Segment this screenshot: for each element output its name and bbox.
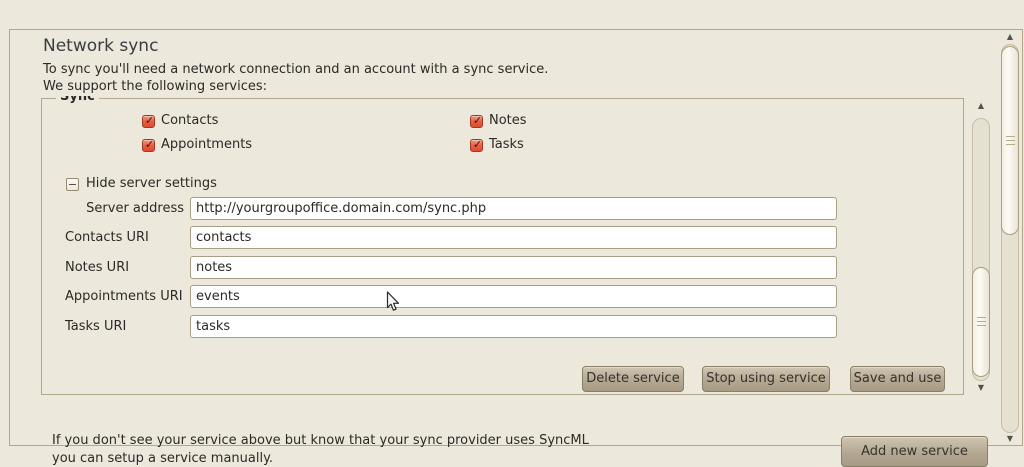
appointments-uri-label: Appointments URI xyxy=(65,289,183,305)
notes-checkbox[interactable]: ✓ xyxy=(470,115,483,128)
appointments-uri-input[interactable] xyxy=(190,285,837,308)
tasks-uri-input[interactable] xyxy=(190,315,837,338)
tasks-checkbox-label[interactable]: Tasks xyxy=(489,137,524,153)
network-sync-page: Network sync To sync you'll need a netwo… xyxy=(0,0,1024,463)
stop-using-service-button[interactable]: Stop using service xyxy=(702,366,830,392)
contacts-uri-label: Contacts URI xyxy=(65,230,149,246)
inner-scroll-down-icon[interactable]: ▼ xyxy=(972,383,990,393)
checkmark-icon: ✓ xyxy=(471,114,484,127)
save-and-use-button[interactable]: Save and use xyxy=(850,366,945,392)
network-sync-panel: Network sync To sync you'll need a netwo… xyxy=(9,29,1023,446)
notes-checkbox-label[interactable]: Notes xyxy=(489,113,527,129)
checkmark-icon: ✓ xyxy=(143,114,156,127)
server-address-input[interactable] xyxy=(190,197,837,220)
appointments-checkbox-label[interactable]: Appointments xyxy=(161,137,252,153)
intro-text-line2: We support the following services: xyxy=(43,79,267,94)
server-address-label: Server address xyxy=(65,201,184,217)
sync-frame: Sync ✓ Contacts ✓ Appointments ✓ Notes ✓… xyxy=(41,98,964,395)
outer-scroll-down-icon[interactable]: ▼ xyxy=(1001,434,1019,444)
checkmark-icon: ✓ xyxy=(471,138,484,151)
add-new-service-button[interactable]: Add new service xyxy=(841,436,988,467)
tasks-checkbox[interactable]: ✓ xyxy=(470,139,483,152)
outer-scroll-up-icon[interactable]: ▲ xyxy=(1001,32,1019,42)
contacts-uri-input[interactable] xyxy=(190,226,837,249)
page-title: Network sync xyxy=(43,36,158,56)
collapse-icon[interactable]: − xyxy=(66,178,79,191)
mouse-cursor-icon xyxy=(386,291,401,313)
inner-scrollbar-thumb[interactable] xyxy=(972,267,990,377)
manual-setup-text-line1: If you don't see your service above but … xyxy=(52,433,589,448)
delete-service-button[interactable]: Delete service xyxy=(582,366,684,392)
scrollbar-grip xyxy=(977,317,986,327)
notes-uri-input[interactable] xyxy=(190,256,837,279)
outer-scrollbar-thumb[interactable] xyxy=(1001,46,1019,235)
scrollbar-grip xyxy=(1006,136,1015,146)
sync-frame-label: Sync xyxy=(56,96,99,105)
tasks-uri-label: Tasks URI xyxy=(65,319,126,335)
notes-uri-label: Notes URI xyxy=(65,260,129,276)
sync-frame-label-clip: Sync xyxy=(56,96,99,106)
manual-setup-text-line2: you can setup a service manually. xyxy=(52,451,273,466)
contacts-checkbox[interactable]: ✓ xyxy=(142,115,155,128)
hide-server-settings-expander[interactable]: Hide server settings xyxy=(86,176,217,192)
appointments-checkbox[interactable]: ✓ xyxy=(142,139,155,152)
contacts-checkbox-label[interactable]: Contacts xyxy=(161,113,218,129)
intro-text-line1: To sync you'll need a network connection… xyxy=(43,62,548,77)
checkmark-icon: ✓ xyxy=(143,138,156,151)
inner-scroll-up-icon[interactable]: ▲ xyxy=(972,101,990,111)
